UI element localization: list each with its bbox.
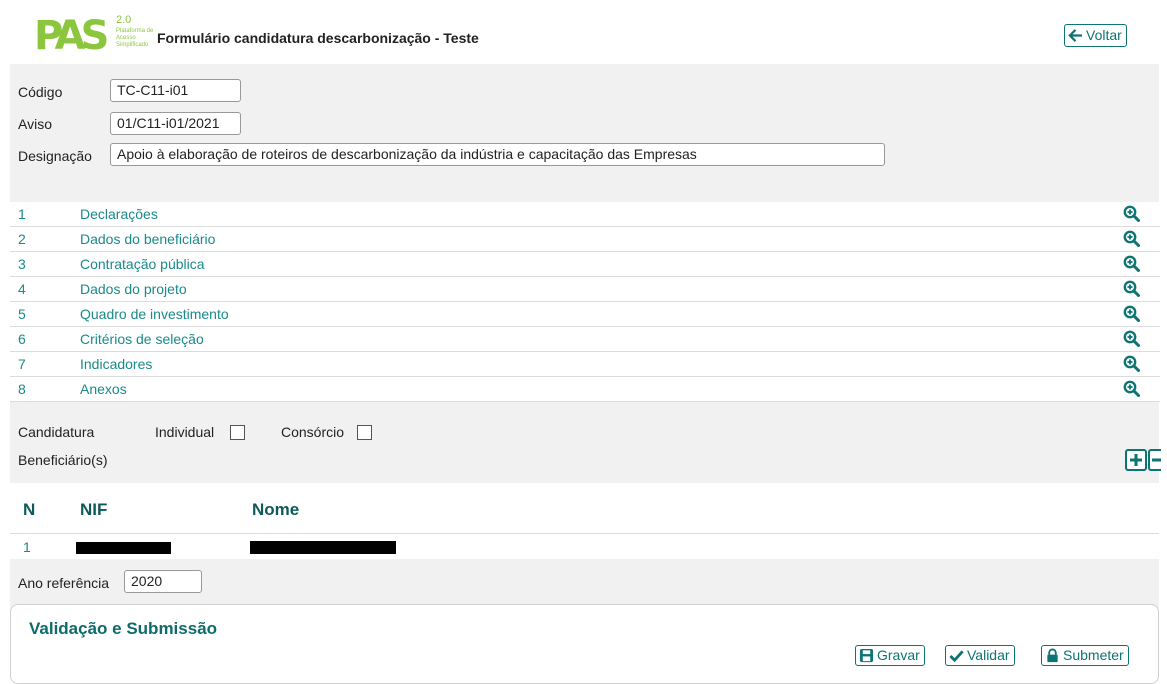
panel-title: Validação e Submissão <box>29 619 218 638</box>
section-name[interactable]: Quadro de investimento <box>80 306 229 322</box>
arrow-left-icon <box>1068 29 1083 42</box>
consorcio-checkbox[interactable] <box>357 425 372 440</box>
section-row[interactable]: 5 Quadro de investimento <box>10 302 1160 327</box>
section-row[interactable]: 4 Dados do projeto <box>10 277 1160 302</box>
back-button[interactable]: Voltar <box>1064 24 1127 47</box>
save-label: Gravar <box>877 647 920 663</box>
beneficiaries-table: N NIF Nome 1 <box>10 483 1159 559</box>
consorcio-label: Consórcio <box>281 424 345 440</box>
validate-button[interactable]: Validar <box>945 645 1015 666</box>
table-row[interactable]: 1 <box>10 534 1159 559</box>
redacted-name <box>250 541 396 554</box>
section-number: 4 <box>18 281 26 297</box>
column-nif: NIF <box>80 500 108 519</box>
column-nome: Nome <box>252 500 300 519</box>
page-title: Formulário candidatura descarbonização -… <box>157 30 479 46</box>
remove-beneficiary-button[interactable] <box>1148 449 1161 471</box>
validate-label: Validar <box>967 647 1010 663</box>
logo-subtitle: Plataforma de Acesso Simplificado <box>116 28 154 48</box>
beneficiarios-label: Beneficiário(s) <box>18 452 108 468</box>
aviso-label: Aviso <box>18 116 52 132</box>
candidatura-label: Candidatura <box>18 424 95 440</box>
column-n: N <box>23 500 36 519</box>
individual-checkbox[interactable] <box>230 425 245 440</box>
individual-label: Individual <box>155 424 215 440</box>
row-number: 1 <box>23 539 31 555</box>
ano-field[interactable]: 2020 <box>124 570 202 593</box>
designacao-label: Designação <box>18 148 92 164</box>
section-name[interactable]: Indicadores <box>80 356 152 372</box>
section-name[interactable]: Dados do projeto <box>80 281 187 297</box>
section-name[interactable]: Declarações <box>80 206 158 222</box>
section-number: 5 <box>18 306 26 322</box>
check-icon <box>949 650 964 663</box>
codigo-label: Código <box>18 84 63 100</box>
ano-label: Ano referência <box>18 575 110 591</box>
section-number: 3 <box>18 256 26 272</box>
zoom-in-icon[interactable] <box>1123 230 1140 247</box>
floppy-icon <box>859 648 874 663</box>
zoom-in-icon[interactable] <box>1123 355 1140 372</box>
section-name[interactable]: Contratação pública <box>80 256 205 272</box>
minus-icon <box>1152 458 1161 462</box>
pas-logo: PAS 2.0 Plataforma de Acesso Simplificad… <box>34 14 154 58</box>
save-button[interactable]: Gravar <box>855 645 925 666</box>
submit-label: Submeter <box>1063 647 1124 663</box>
redacted-nif <box>76 542 171 554</box>
zoom-in-icon[interactable] <box>1123 305 1140 322</box>
section-row[interactable]: 7 Indicadores <box>10 352 1160 377</box>
zoom-in-icon[interactable] <box>1123 380 1140 397</box>
submit-button[interactable]: Submeter <box>1041 645 1129 666</box>
section-row[interactable]: 2 Dados do beneficiário <box>10 227 1160 252</box>
section-row[interactable]: 3 Contratação pública <box>10 252 1160 277</box>
zoom-in-icon[interactable] <box>1123 205 1140 222</box>
section-number: 1 <box>18 206 26 222</box>
top-bar: PAS 2.0 Plataforma de Acesso Simplificad… <box>0 0 1167 64</box>
section-name[interactable]: Anexos <box>80 381 127 397</box>
section-number: 2 <box>18 231 26 247</box>
section-number: 7 <box>18 356 26 372</box>
logo-text: PAS <box>34 13 109 59</box>
plus-icon <box>1130 454 1142 466</box>
add-beneficiary-button[interactable] <box>1125 449 1147 471</box>
section-number: 8 <box>18 381 26 397</box>
back-label: Voltar <box>1086 27 1122 43</box>
lock-icon <box>1047 648 1058 663</box>
section-number: 6 <box>18 331 26 347</box>
section-row[interactable]: 1 Declarações <box>10 202 1160 227</box>
zoom-in-icon[interactable] <box>1123 330 1140 347</box>
designacao-field[interactable]: Apoio à elaboração de roteiros de descar… <box>110 143 885 166</box>
section-row[interactable]: 6 Critérios de seleção <box>10 327 1160 352</box>
submission-panel: Validação e Submissão Gravar Validar Sub… <box>10 604 1159 684</box>
section-name[interactable]: Critérios de seleção <box>80 331 204 347</box>
section-name[interactable]: Dados do beneficiário <box>80 231 215 247</box>
section-row[interactable]: 8 Anexos <box>10 377 1160 402</box>
aviso-field[interactable]: 01/C11-i01/2021 <box>110 112 241 135</box>
codigo-field[interactable]: TC-C11-i01 <box>110 79 241 102</box>
logo-version: 2.0 <box>116 14 132 26</box>
zoom-in-icon[interactable] <box>1123 280 1140 297</box>
table-header: N NIF Nome <box>10 483 1159 534</box>
sections-list: 1 Declarações 2 Dados do beneficiário 3 … <box>10 202 1160 402</box>
zoom-in-icon[interactable] <box>1123 255 1140 272</box>
